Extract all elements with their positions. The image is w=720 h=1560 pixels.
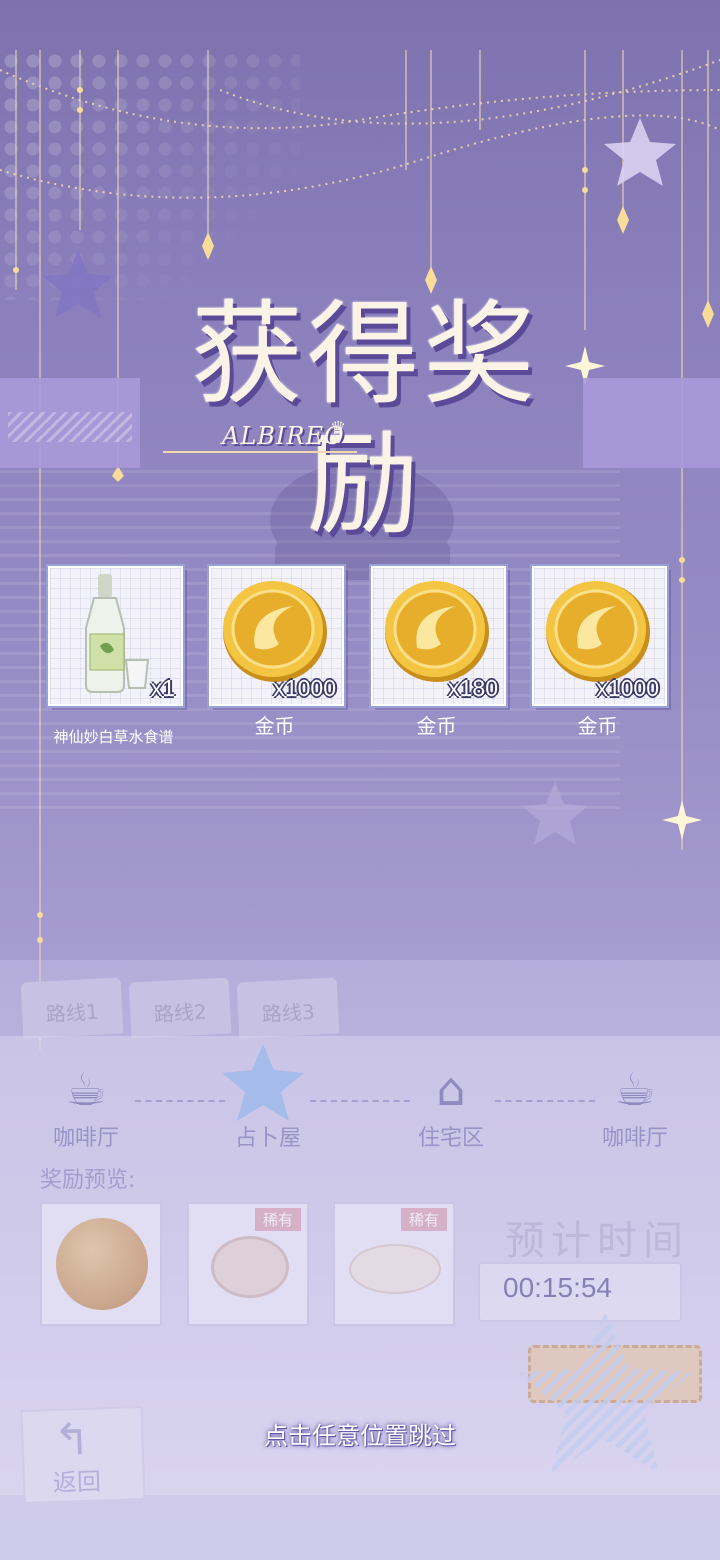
reward-subtitle: ALBIREO xyxy=(222,422,345,450)
reward-name: 金币 xyxy=(254,714,295,738)
reward-item[interactable]: x1000 金币 xyxy=(532,566,667,738)
reward-card: x180 xyxy=(371,566,506,706)
title-banner-right xyxy=(583,378,720,468)
reward-quantity: x180 xyxy=(448,675,498,701)
title-underline xyxy=(163,451,357,453)
reward-card: x1000 xyxy=(209,566,344,706)
dim-overlay xyxy=(0,960,720,1560)
reward-quantity: x1000 xyxy=(273,675,336,701)
crown-icon: ♛ xyxy=(330,418,347,439)
reward-item[interactable]: x1000 金币 xyxy=(209,566,344,738)
reward-name: 金币 xyxy=(416,714,457,738)
reward-card: x1 xyxy=(48,566,183,706)
title-banner-left xyxy=(0,378,140,468)
reward-card: x1000 xyxy=(532,566,667,706)
reward-name: 神仙妙白草水食谱 xyxy=(53,728,174,746)
reward-quantity: x1000 xyxy=(596,675,659,701)
skip-hint[interactable]: 点击任意位置跳过 xyxy=(0,1416,720,1451)
reward-name: 金币 xyxy=(577,714,618,738)
reward-quantity: x1 xyxy=(150,675,175,701)
reward-item[interactable]: x1 神仙妙白草水食谱 xyxy=(48,566,183,746)
reward-title: 获得奖励 xyxy=(191,290,539,550)
reward-item[interactable]: x180 金币 xyxy=(371,566,506,738)
